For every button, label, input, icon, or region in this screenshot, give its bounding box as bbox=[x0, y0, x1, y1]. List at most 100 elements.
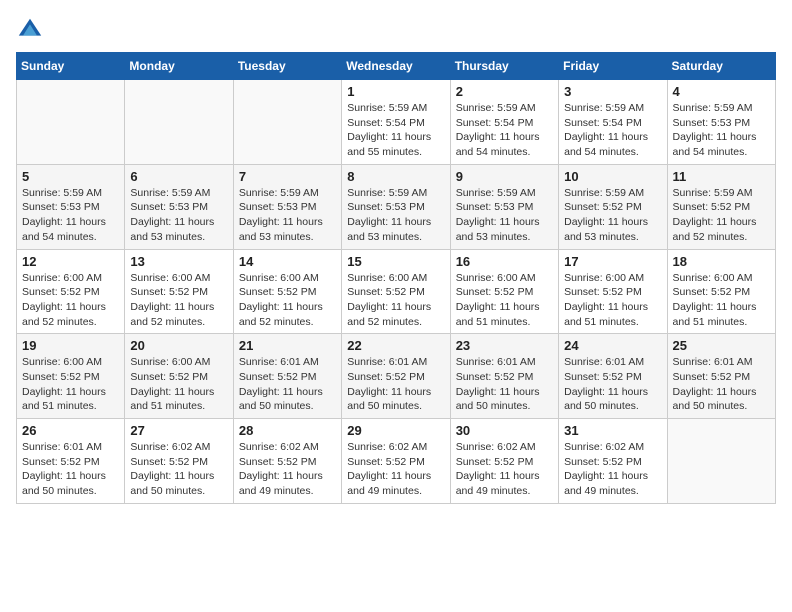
day-number: 6 bbox=[130, 169, 227, 184]
day-number: 30 bbox=[456, 423, 553, 438]
day-number: 10 bbox=[564, 169, 661, 184]
day-info: Sunrise: 6:00 AM Sunset: 5:52 PM Dayligh… bbox=[130, 355, 227, 414]
calendar-cell: 22 Sunrise: 6:01 AM Sunset: 5:52 PM Dayli… bbox=[342, 334, 450, 419]
day-info: Sunrise: 5:59 AM Sunset: 5:54 PM Dayligh… bbox=[456, 101, 553, 160]
calendar-cell: 9 Sunrise: 5:59 AM Sunset: 5:53 PM Daylig… bbox=[450, 164, 558, 249]
day-number: 21 bbox=[239, 338, 336, 353]
calendar-week-row: 26Sunrise: 6:01 AM Sunset: 5:52 PM Dayli… bbox=[17, 419, 776, 504]
calendar-cell: 24 Sunrise: 6:01 AM Sunset: 5:52 PM Dayli… bbox=[559, 334, 667, 419]
day-number: 11 bbox=[673, 169, 770, 184]
calendar-week-row: 12 Sunrise: 6:00 AM Sunset: 5:52 PM Dayli… bbox=[17, 249, 776, 334]
day-info: Sunrise: 5:59 AM Sunset: 5:54 PM Dayligh… bbox=[564, 101, 661, 160]
day-info: Sunrise: 6:00 AM Sunset: 5:52 PM Dayligh… bbox=[564, 271, 661, 330]
calendar-cell: 5 Sunrise: 5:59 AM Sunset: 5:53 PM Daylig… bbox=[17, 164, 125, 249]
calendar-cell: 6 Sunrise: 5:59 AM Sunset: 5:53 PM Daylig… bbox=[125, 164, 233, 249]
day-number: 13 bbox=[130, 254, 227, 269]
day-number: 23 bbox=[456, 338, 553, 353]
calendar-cell: 12 Sunrise: 6:00 AM Sunset: 5:52 PM Dayli… bbox=[17, 249, 125, 334]
day-number: 15 bbox=[347, 254, 444, 269]
weekday-header-saturday: Saturday bbox=[667, 53, 775, 80]
day-info: Sunrise: 5:59 AM Sunset: 5:53 PM Dayligh… bbox=[456, 186, 553, 245]
calendar-cell: 18 Sunrise: 6:00 AM Sunset: 5:52 PM Dayli… bbox=[667, 249, 775, 334]
day-info: Sunrise: 5:59 AM Sunset: 5:52 PM Dayligh… bbox=[673, 186, 770, 245]
day-number: 22 bbox=[347, 338, 444, 353]
day-info: Sunrise: 6:00 AM Sunset: 5:52 PM Dayligh… bbox=[22, 271, 119, 330]
calendar-cell: 27 Sunrise: 6:02 AM Sunset: 5:52 PM Dayli… bbox=[125, 419, 233, 504]
day-info: Sunrise: 6:01 AM Sunset: 5:52 PM Dayligh… bbox=[564, 355, 661, 414]
calendar-cell: 11 Sunrise: 5:59 AM Sunset: 5:52 PM Dayli… bbox=[667, 164, 775, 249]
calendar-cell: 20 Sunrise: 6:00 AM Sunset: 5:52 PM Dayli… bbox=[125, 334, 233, 419]
day-number: 9 bbox=[456, 169, 553, 184]
day-number: 28 bbox=[239, 423, 336, 438]
day-info: Sunrise: 5:59 AM Sunset: 5:53 PM Dayligh… bbox=[347, 186, 444, 245]
calendar-cell bbox=[125, 80, 233, 165]
day-info: Sunrise: 6:01 AM Sunset: 5:52 PM Dayligh… bbox=[456, 355, 553, 414]
calendar: SundayMondayTuesdayWednesdayThursdayFrid… bbox=[16, 52, 776, 504]
day-number: 27 bbox=[130, 423, 227, 438]
day-info: Sunrise: 5:59 AM Sunset: 5:53 PM Dayligh… bbox=[22, 186, 119, 245]
logo-icon bbox=[16, 16, 44, 44]
calendar-cell: 10Sunrise: 5:59 AM Sunset: 5:52 PM Dayli… bbox=[559, 164, 667, 249]
calendar-cell: 3 Sunrise: 5:59 AM Sunset: 5:54 PM Daylig… bbox=[559, 80, 667, 165]
day-number: 3 bbox=[564, 84, 661, 99]
day-info: Sunrise: 6:01 AM Sunset: 5:52 PM Dayligh… bbox=[673, 355, 770, 414]
day-info: Sunrise: 5:59 AM Sunset: 5:53 PM Dayligh… bbox=[673, 101, 770, 160]
day-info: Sunrise: 6:00 AM Sunset: 5:52 PM Dayligh… bbox=[456, 271, 553, 330]
calendar-cell: 15 Sunrise: 6:00 AM Sunset: 5:52 PM Dayli… bbox=[342, 249, 450, 334]
day-info: Sunrise: 6:01 AM Sunset: 5:52 PM Dayligh… bbox=[239, 355, 336, 414]
day-info: Sunrise: 6:00 AM Sunset: 5:52 PM Dayligh… bbox=[130, 271, 227, 330]
calendar-week-row: 1 Sunrise: 5:59 AM Sunset: 5:54 PM Daylig… bbox=[17, 80, 776, 165]
calendar-cell: 25Sunrise: 6:01 AM Sunset: 5:52 PM Dayli… bbox=[667, 334, 775, 419]
calendar-cell: 30 Sunrise: 6:02 AM Sunset: 5:52 PM Dayli… bbox=[450, 419, 558, 504]
calendar-cell bbox=[667, 419, 775, 504]
day-number: 14 bbox=[239, 254, 336, 269]
calendar-cell: 13 Sunrise: 6:00 AM Sunset: 5:52 PM Dayli… bbox=[125, 249, 233, 334]
calendar-cell: 1Sunrise: 5:59 AM Sunset: 5:54 PM Daylig… bbox=[342, 80, 450, 165]
day-number: 20 bbox=[130, 338, 227, 353]
day-info: Sunrise: 6:02 AM Sunset: 5:52 PM Dayligh… bbox=[130, 440, 227, 499]
calendar-cell: 31Sunrise: 6:02 AM Sunset: 5:52 PM Dayli… bbox=[559, 419, 667, 504]
calendar-week-row: 5 Sunrise: 5:59 AM Sunset: 5:53 PM Daylig… bbox=[17, 164, 776, 249]
calendar-cell: 16Sunrise: 6:00 AM Sunset: 5:52 PM Dayli… bbox=[450, 249, 558, 334]
logo bbox=[16, 16, 48, 44]
day-info: Sunrise: 6:02 AM Sunset: 5:52 PM Dayligh… bbox=[347, 440, 444, 499]
day-info: Sunrise: 6:00 AM Sunset: 5:52 PM Dayligh… bbox=[347, 271, 444, 330]
day-info: Sunrise: 6:00 AM Sunset: 5:52 PM Dayligh… bbox=[239, 271, 336, 330]
weekday-header-sunday: Sunday bbox=[17, 53, 125, 80]
day-number: 26 bbox=[22, 423, 119, 438]
day-info: Sunrise: 6:02 AM Sunset: 5:52 PM Dayligh… bbox=[456, 440, 553, 499]
day-number: 24 bbox=[564, 338, 661, 353]
weekday-header-tuesday: Tuesday bbox=[233, 53, 341, 80]
calendar-week-row: 19 Sunrise: 6:00 AM Sunset: 5:52 PM Dayli… bbox=[17, 334, 776, 419]
day-number: 7 bbox=[239, 169, 336, 184]
calendar-cell: 19Sunrise: 6:00 AM Sunset: 5:52 PM Dayli… bbox=[17, 334, 125, 419]
day-info: Sunrise: 5:59 AM Sunset: 5:53 PM Dayligh… bbox=[130, 186, 227, 245]
calendar-cell bbox=[233, 80, 341, 165]
calendar-cell: 29 Sunrise: 6:02 AM Sunset: 5:52 PM Dayli… bbox=[342, 419, 450, 504]
day-number: 19 bbox=[22, 338, 119, 353]
day-number: 1 bbox=[347, 84, 444, 99]
calendar-cell: 4 Sunrise: 5:59 AM Sunset: 5:53 PM Daylig… bbox=[667, 80, 775, 165]
day-number: 12 bbox=[22, 254, 119, 269]
calendar-cell: 14 Sunrise: 6:00 AM Sunset: 5:52 PM Dayli… bbox=[233, 249, 341, 334]
weekday-header-monday: Monday bbox=[125, 53, 233, 80]
day-number: 5 bbox=[22, 169, 119, 184]
day-info: Sunrise: 6:02 AM Sunset: 5:52 PM Dayligh… bbox=[239, 440, 336, 499]
calendar-cell: 8 Sunrise: 5:59 AM Sunset: 5:53 PM Daylig… bbox=[342, 164, 450, 249]
day-number: 8 bbox=[347, 169, 444, 184]
day-info: Sunrise: 6:00 AM Sunset: 5:52 PM Dayligh… bbox=[673, 271, 770, 330]
day-number: 29 bbox=[347, 423, 444, 438]
calendar-cell: 17Sunrise: 6:00 AM Sunset: 5:52 PM Dayli… bbox=[559, 249, 667, 334]
weekday-header-wednesday: Wednesday bbox=[342, 53, 450, 80]
day-number: 4 bbox=[673, 84, 770, 99]
day-number: 31 bbox=[564, 423, 661, 438]
day-info: Sunrise: 6:01 AM Sunset: 5:52 PM Dayligh… bbox=[347, 355, 444, 414]
calendar-cell: 7 Sunrise: 5:59 AM Sunset: 5:53 PM Daylig… bbox=[233, 164, 341, 249]
calendar-cell: 23 Sunrise: 6:01 AM Sunset: 5:52 PM Dayli… bbox=[450, 334, 558, 419]
day-info: Sunrise: 5:59 AM Sunset: 5:53 PM Dayligh… bbox=[239, 186, 336, 245]
day-number: 18 bbox=[673, 254, 770, 269]
weekday-header-friday: Friday bbox=[559, 53, 667, 80]
day-number: 2 bbox=[456, 84, 553, 99]
calendar-cell: 2 Sunrise: 5:59 AM Sunset: 5:54 PM Daylig… bbox=[450, 80, 558, 165]
calendar-cell: 26Sunrise: 6:01 AM Sunset: 5:52 PM Dayli… bbox=[17, 419, 125, 504]
